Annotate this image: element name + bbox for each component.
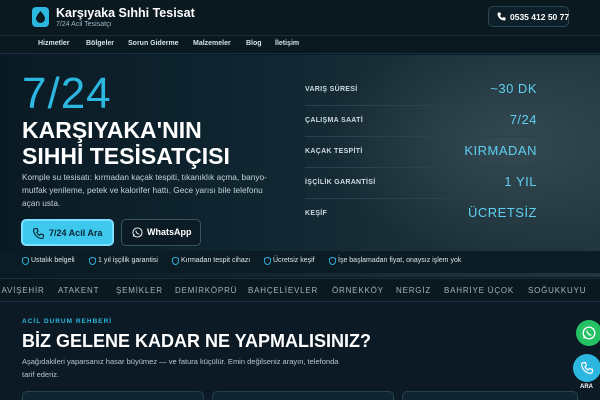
stat-row: KEŞİF ÜCRETSİZ	[305, 201, 537, 231]
nav-item-sorun-giderme[interactable]: Sorun Giderme	[128, 40, 179, 47]
stat-row: VARIŞ SÜRESİ ~30 DK	[305, 77, 537, 107]
shield-icon	[329, 257, 336, 265]
district-link[interactable]: ŞEMİKLER	[116, 286, 163, 295]
whatsapp-icon	[132, 227, 143, 238]
stat-label: KEŞİF	[305, 210, 328, 217]
guide-card[interactable]	[212, 391, 394, 400]
stat-label: İŞÇİLİK GARANTİSİ	[305, 179, 376, 186]
phone-icon	[33, 228, 44, 239]
stat-label: ÇALIŞMA SAATİ	[305, 117, 363, 124]
stat-value: 7/24	[509, 112, 537, 127]
brand-subtitle: 7/24 Acil Tesisatçı	[56, 21, 112, 28]
nav-item-malzemeler[interactable]: Malzemeler	[193, 40, 231, 47]
header-phone-number: 0535 412 50 77	[510, 12, 570, 22]
district-link[interactable]: ATAKENT	[58, 286, 99, 295]
main-nav: Hizmetler Bölgeler Sorun Giderme Malzeme…	[0, 36, 600, 54]
floating-whatsapp-button[interactable]	[576, 320, 600, 346]
stat-divider	[305, 198, 537, 199]
trust-badge-label: Kırmadan tespit cihazı	[181, 257, 251, 264]
hero-headline: KARŞIYAKA'NIN SIHHİ TESİSATÇISI	[22, 117, 230, 169]
floating-call-label: ARA	[580, 384, 593, 390]
phone-icon	[581, 362, 593, 374]
district-link[interactable]: MAVİŞEHİR	[0, 286, 45, 295]
trust-badge-label: 1 yıl işçilik garantisi	[98, 257, 158, 264]
district-link[interactable]: NERGİZ	[396, 286, 431, 295]
brand-title[interactable]: Karşıyaka Sıhhi Tesisat	[56, 6, 195, 20]
district-link[interactable]: DEMİRKÖPRÜ	[175, 286, 237, 295]
stat-row: ÇALIŞMA SAATİ 7/24	[305, 108, 537, 138]
hero-section: 7/24 KARŞIYAKA'NIN SIHHİ TESİSATÇISI Kom…	[0, 55, 600, 277]
stat-value: 1 YIL	[504, 174, 537, 189]
stat-divider	[305, 136, 537, 137]
water-drop-logo-icon[interactable]	[32, 7, 49, 27]
floating-call-button[interactable]	[573, 354, 600, 382]
hero-headline-line2: SIHHİ TESİSATÇISI	[22, 143, 230, 169]
districts-marquee: MAVİŞEHİR ATAKENT ŞEMİKLER DEMİRKÖPRÜ BA…	[0, 278, 600, 302]
emergency-guide-section: ACİL DURUM REHBERİ BİZ GELENE KADAR NE Y…	[0, 303, 600, 400]
trust-badge-label: Ücretsiz keşif	[273, 257, 315, 264]
district-link[interactable]: BAHÇELİEVLER	[248, 286, 318, 295]
shield-icon	[89, 257, 96, 265]
stat-value: KIRMADAN	[464, 143, 537, 158]
phone-icon	[497, 12, 506, 21]
stat-divider	[305, 105, 537, 106]
emergency-call-button[interactable]: 7/24 Acil Ara	[21, 219, 114, 246]
nav-item-blog[interactable]: Blog	[246, 40, 262, 47]
hero-description: Komple su tesisatı: kırmadan kaçak tespi…	[22, 172, 267, 208]
trust-badges: Ustalık belgeli 1 yıl işçilik garantisi …	[0, 251, 600, 273]
district-link[interactable]: BAHRİYE ÜÇOK	[444, 286, 514, 295]
stat-value: ÜCRETSİZ	[468, 205, 537, 220]
shield-icon	[264, 257, 271, 265]
stat-row: KAÇAK TESPİTİ KIRMADAN	[305, 139, 537, 169]
header-phone-button[interactable]: 0535 412 50 77	[488, 6, 569, 27]
nav-item-hizmetler[interactable]: Hizmetler	[38, 40, 70, 47]
guide-card[interactable]	[402, 391, 578, 400]
trust-badge-label: Ustalık belgeli	[31, 257, 75, 264]
section-title: BİZ GELENE KADAR NE YAPMALISINIZ?	[22, 331, 372, 351]
stat-label: VARIŞ SÜRESİ	[305, 86, 358, 93]
district-link[interactable]: ÖRNEKKÖY	[332, 286, 384, 295]
whatsapp-label: WhatsApp	[147, 227, 192, 237]
stat-label: KAÇAK TESPİTİ	[305, 148, 363, 155]
whatsapp-icon	[582, 326, 596, 340]
stat-value: ~30 DK	[490, 81, 537, 96]
emergency-call-label: 7/24 Acil Ara	[49, 228, 103, 238]
nav-item-bolgeler[interactable]: Bölgeler	[86, 40, 114, 47]
hero-big-label: 7/24	[22, 69, 112, 118]
section-description: Aşağıdakileri yaparsanız hasar büyümez —…	[22, 357, 339, 379]
district-link[interactable]: SOĞUKKUYU	[528, 286, 586, 295]
whatsapp-button[interactable]: WhatsApp	[121, 219, 201, 246]
nav-item-iletisim[interactable]: İletişim	[275, 40, 299, 47]
guide-card[interactable]	[22, 391, 204, 400]
hero-headline-line1: KARŞIYAKA'NIN	[22, 117, 202, 143]
section-eyebrow: ACİL DURUM REHBERİ	[22, 318, 113, 325]
stat-row: İŞÇİLİK GARANTİSİ 1 YIL	[305, 170, 537, 200]
stat-divider	[305, 167, 537, 168]
shield-icon	[22, 257, 29, 265]
site-header: Karşıyaka Sıhhi Tesisat 7/24 Acil Tesisa…	[0, 0, 600, 36]
shield-icon	[172, 257, 179, 265]
trust-badge-label: İşe başlamadan fiyat, onaysız işlem yok	[338, 257, 462, 264]
